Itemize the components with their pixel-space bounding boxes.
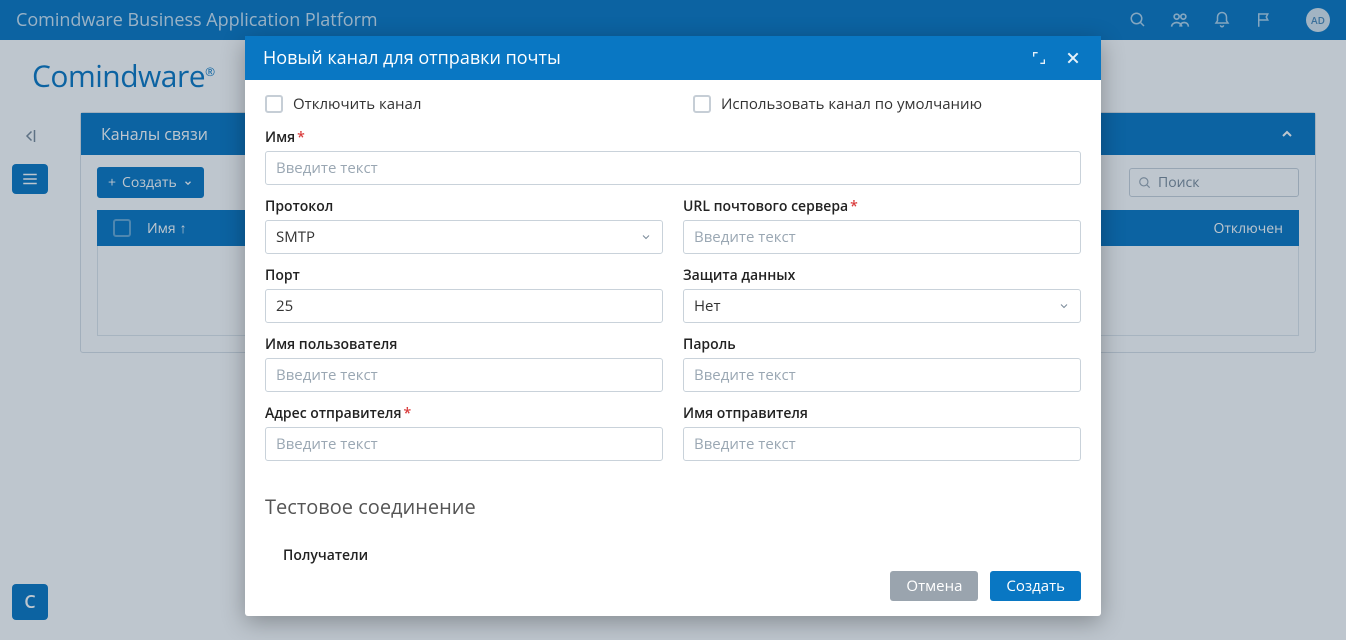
username-label: Имя пользователя	[265, 335, 663, 354]
create-button[interactable]: Создать	[990, 571, 1081, 601]
name-label: Имя*	[265, 128, 1081, 147]
protection-label: Защита данных	[683, 266, 1081, 285]
password-input[interactable]	[683, 358, 1081, 392]
chevron-down-icon	[1058, 300, 1070, 312]
from-name-input[interactable]	[683, 427, 1081, 461]
expand-icon[interactable]	[1029, 48, 1049, 68]
protection-select[interactable]: Нет	[683, 289, 1081, 323]
password-label: Пароль	[683, 335, 1081, 354]
cancel-button[interactable]: Отмена	[890, 571, 978, 601]
protection-value: Нет	[694, 296, 721, 316]
url-label: URL почтового сервера*	[683, 197, 1081, 216]
from-name-label: Имя отправителя	[683, 404, 1081, 423]
name-input[interactable]	[265, 151, 1081, 185]
modal-overlay: Новый канал для отправки почты Отключить…	[0, 0, 1346, 640]
username-input[interactable]	[265, 358, 663, 392]
chevron-down-icon	[640, 231, 652, 243]
close-icon[interactable]	[1063, 48, 1083, 68]
disable-channel-label: Отключить канал	[293, 94, 421, 114]
test-connection-title: Тестовое соединение	[265, 493, 1081, 520]
disable-channel-checkbox[interactable]	[265, 95, 283, 113]
port-label: Порт	[265, 266, 663, 285]
modal-footer: Отмена Создать	[245, 569, 1101, 616]
protocol-label: Протокол	[265, 197, 663, 216]
modal: Новый канал для отправки почты Отключить…	[245, 36, 1101, 616]
use-default-checkbox[interactable]	[693, 95, 711, 113]
recipients-label: Получатели	[283, 546, 1081, 565]
protocol-select[interactable]: SMTP	[265, 220, 663, 254]
port-input[interactable]	[265, 289, 663, 323]
use-default-label: Использовать канал по умолчанию	[721, 94, 982, 114]
modal-body: Отключить канал Использовать канал по ум…	[245, 80, 1101, 569]
from-addr-input[interactable]	[265, 427, 663, 461]
modal-header: Новый канал для отправки почты	[245, 36, 1101, 80]
from-addr-label: Адрес отправителя*	[265, 404, 663, 423]
protocol-value: SMTP	[276, 227, 315, 247]
url-input[interactable]	[683, 220, 1081, 254]
modal-title: Новый канал для отправки почты	[263, 46, 1015, 70]
